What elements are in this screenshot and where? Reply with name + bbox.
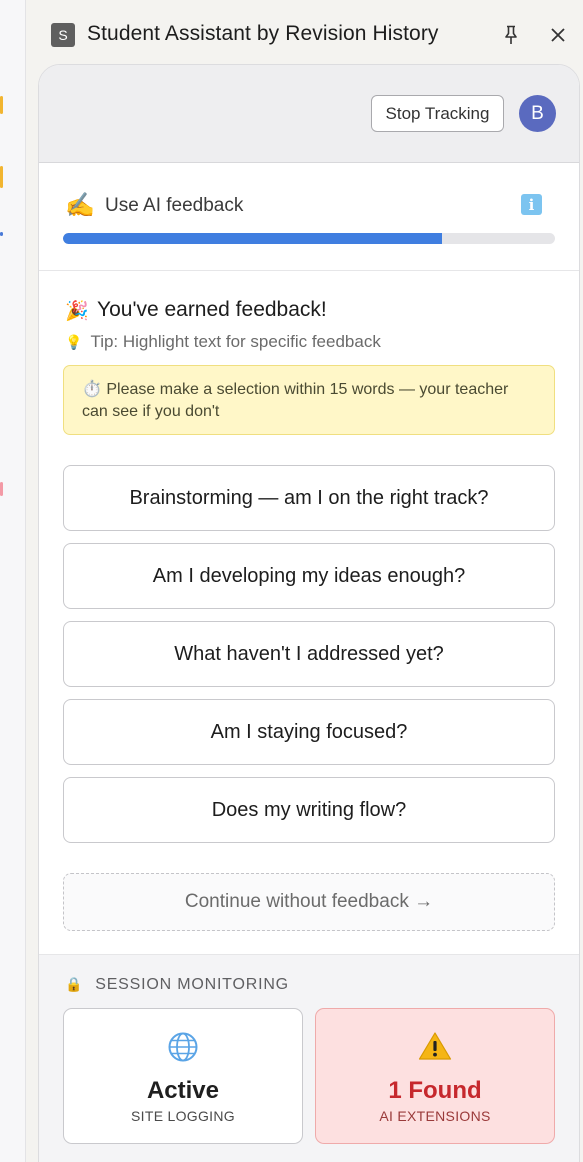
- avatar[interactable]: B: [519, 95, 556, 132]
- window-titlebar: S Student Assistant by Revision History: [26, 0, 583, 66]
- warning-icon: [418, 1032, 452, 1060]
- feedback-option-not-addressed[interactable]: What haven't I addressed yet?: [63, 621, 555, 687]
- globe-icon: [168, 1032, 198, 1062]
- close-icon: [551, 28, 565, 42]
- ai-feedback-label: Use AI feedback: [105, 195, 244, 216]
- tip-label: Tip: Highlight text for specific feedbac…: [90, 332, 381, 351]
- session-monitoring-heading: 🔒 SESSION MONITORING: [65, 976, 289, 994]
- site-logging-label: SITE LOGGING: [131, 1108, 235, 1124]
- assistant-panel: Stop Tracking B ✍️ Use AI feedback i 🎉 Y…: [38, 64, 580, 1162]
- tip-text: 💡 Tip: Highlight text for specific feedba…: [65, 332, 381, 352]
- party-popper-icon: 🎉: [65, 301, 89, 322]
- continue-without-feedback-button[interactable]: Continue without feedback →: [63, 873, 555, 931]
- ai-extensions-count: 1 Found: [388, 1077, 482, 1104]
- progress-fill: [63, 233, 442, 244]
- stop-tracking-button[interactable]: Stop Tracking: [371, 95, 504, 132]
- earned-feedback-title: You've earned feedback!: [97, 298, 327, 321]
- feedback-option-writing-flow[interactable]: Does my writing flow?: [63, 777, 555, 843]
- close-button[interactable]: [543, 20, 573, 50]
- info-icon[interactable]: i: [521, 194, 542, 215]
- ai-extensions-label: AI EXTENSIONS: [379, 1108, 491, 1124]
- panel-header: Stop Tracking B: [39, 65, 579, 163]
- strip-marker: [0, 482, 3, 496]
- selection-warning: ⏱️ Please make a selection within 15 wor…: [63, 365, 555, 435]
- pin-icon: [505, 25, 517, 44]
- feedback-option-developing-ideas[interactable]: Am I developing my ideas enough?: [63, 543, 555, 609]
- pin-button[interactable]: [496, 20, 526, 50]
- writing-hand-icon: ✍️: [65, 192, 95, 219]
- site-logging-card: Active SITE LOGGING: [63, 1008, 303, 1144]
- strip-marker: [0, 96, 3, 114]
- strip-marker: [0, 166, 3, 188]
- ai-feedback-section: ✍️ Use AI feedback i: [39, 163, 579, 271]
- feedback-progress-bar: [63, 233, 555, 244]
- feedback-option-staying-focused[interactable]: Am I staying focused?: [63, 699, 555, 765]
- lightbulb-icon: 💡: [65, 334, 83, 350]
- app-icon: S: [51, 23, 75, 47]
- session-monitoring-label: SESSION MONITORING: [95, 976, 289, 993]
- feedback-option-brainstorming[interactable]: Brainstorming — am I on the right track?: [63, 465, 555, 531]
- background-app-strip: [0, 0, 26, 1162]
- session-monitoring-section: 🔒 SESSION MONITORING Active SITE LOGGING: [39, 954, 579, 1162]
- window-title: Student Assistant by Revision History: [87, 22, 439, 45]
- strip-marker: [0, 232, 3, 236]
- lock-icon: 🔒: [65, 976, 84, 992]
- site-logging-status: Active: [146, 1077, 220, 1104]
- ai-extensions-card: 1 Found AI EXTENSIONS: [315, 1008, 555, 1144]
